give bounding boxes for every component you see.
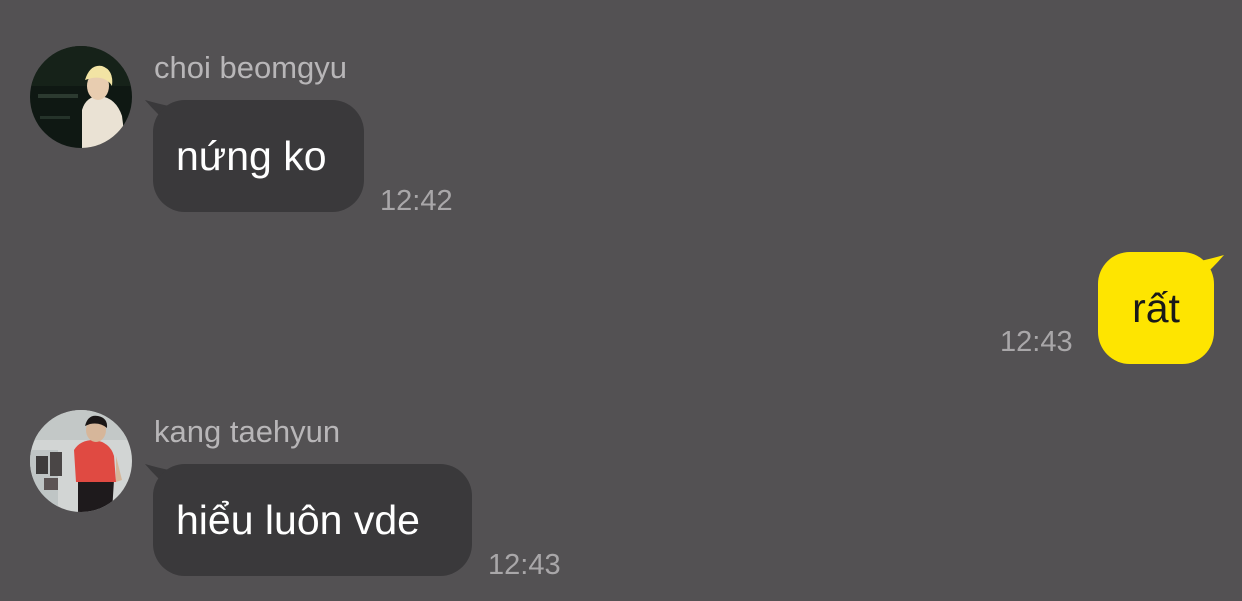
message-timestamp: 12:43 — [488, 549, 561, 581]
message-bubble[interactable]: hiểu luôn vde — [153, 464, 472, 576]
message-bubble[interactable]: nứng ko — [153, 100, 364, 212]
message-timestamp: 12:43 — [1000, 326, 1073, 358]
chat-message-list[interactable]: choi beomgyu nứng ko 12:42 12:43 rất kan… — [0, 0, 1242, 601]
avatar-kang-taehyun[interactable] — [30, 410, 132, 512]
profile-photo-avatar — [30, 410, 132, 512]
message-timestamp: 12:42 — [380, 185, 453, 217]
profile-photo-avatar — [30, 46, 132, 148]
sender-name: kang taehyun — [154, 414, 341, 449]
message-text: hiểu luôn vde — [176, 496, 420, 543]
message-text: nứng ko — [176, 132, 327, 179]
bubble-tail — [1200, 255, 1224, 279]
message-bubble[interactable]: rất — [1098, 252, 1214, 364]
sender-name: choi beomgyu — [154, 50, 348, 85]
avatar-choi-beomgyu[interactable] — [30, 46, 132, 148]
message-text: rất — [1132, 284, 1180, 331]
